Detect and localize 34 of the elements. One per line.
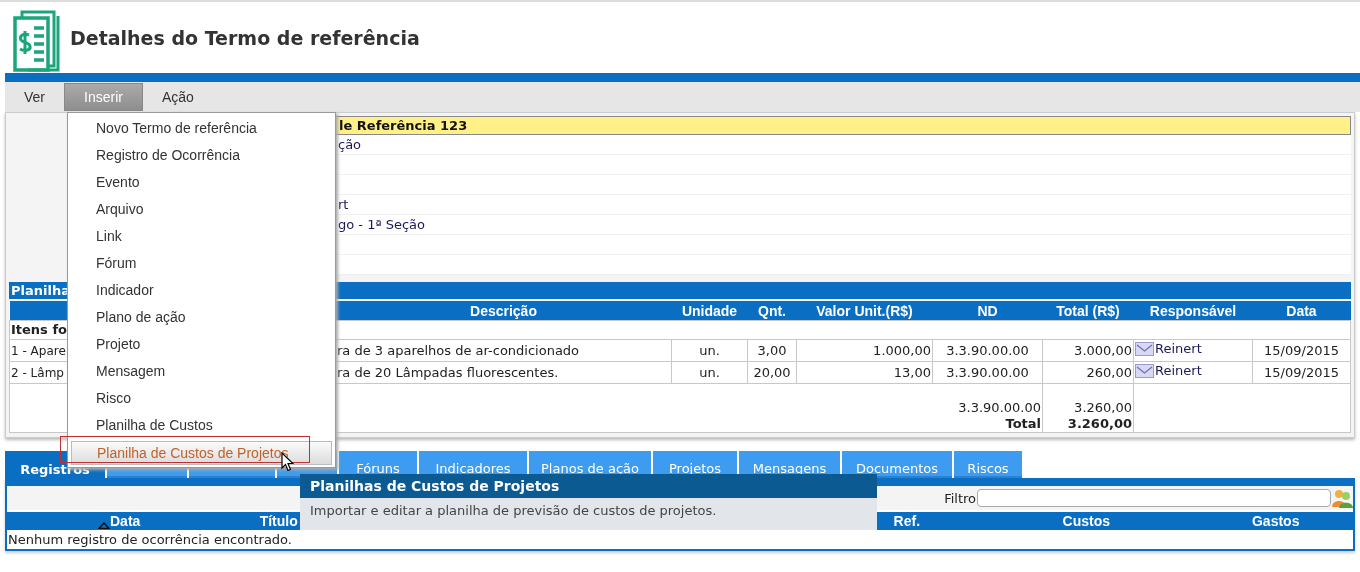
column-header: Qnt. — [747, 301, 797, 321]
column-header: Valor Unit.(R$) — [796, 301, 933, 321]
table-cell: 260,00 — [1042, 361, 1134, 384]
total-label: Total — [1005, 416, 1041, 432]
column-header: Total (R$) — [1042, 301, 1134, 321]
detail-value: rt — [338, 197, 349, 212]
detail-value: ção — [338, 137, 362, 152]
column-header: Descrição — [335, 301, 672, 321]
table-cell: 1.000,00 — [796, 339, 933, 362]
column-header: Data — [1252, 301, 1351, 321]
tooltip-text: Importar e editar a planilha de previsão de custos de projetos. — [309, 502, 718, 520]
tooltip-title: Planilhas de Custos de Projetos — [300, 474, 877, 498]
table-cell: 20,00 — [747, 361, 797, 384]
table-cell: 3.000,00 — [1042, 339, 1134, 362]
column-header: Unidade — [671, 301, 748, 321]
filter-label: Filtro — [944, 490, 976, 506]
grand-total: 3.260,00 — [1067, 416, 1132, 432]
empty-message: Nenhum registro de ocorrência encontrado. — [8, 532, 292, 547]
table-cell: 15/09/2015 — [1252, 361, 1351, 384]
nd-code: 3.3.90.00.00 — [958, 400, 1041, 416]
column-header: Responsável — [1133, 301, 1253, 321]
table-cell: 13,00 — [796, 361, 933, 384]
page-title: Detalhes do Termo de referência — [70, 26, 420, 49]
group-label: Itens fo — [11, 322, 67, 337]
reference-title: le Referência 123 — [339, 118, 468, 133]
table-cell: un. — [671, 339, 748, 362]
table-cell: 3,00 — [747, 339, 797, 362]
detail-value: go - 1ª Seção — [338, 217, 425, 232]
table-cell: 3.3.90.00.00 — [932, 361, 1043, 384]
table-cell: un. — [671, 361, 748, 384]
table-cell: 15/09/2015 — [1252, 339, 1351, 362]
nd-subtotal: 3.260,00 — [1074, 400, 1132, 416]
table-cell: 3.3.90.00.00 — [932, 339, 1043, 362]
column-header: ND — [932, 301, 1043, 321]
